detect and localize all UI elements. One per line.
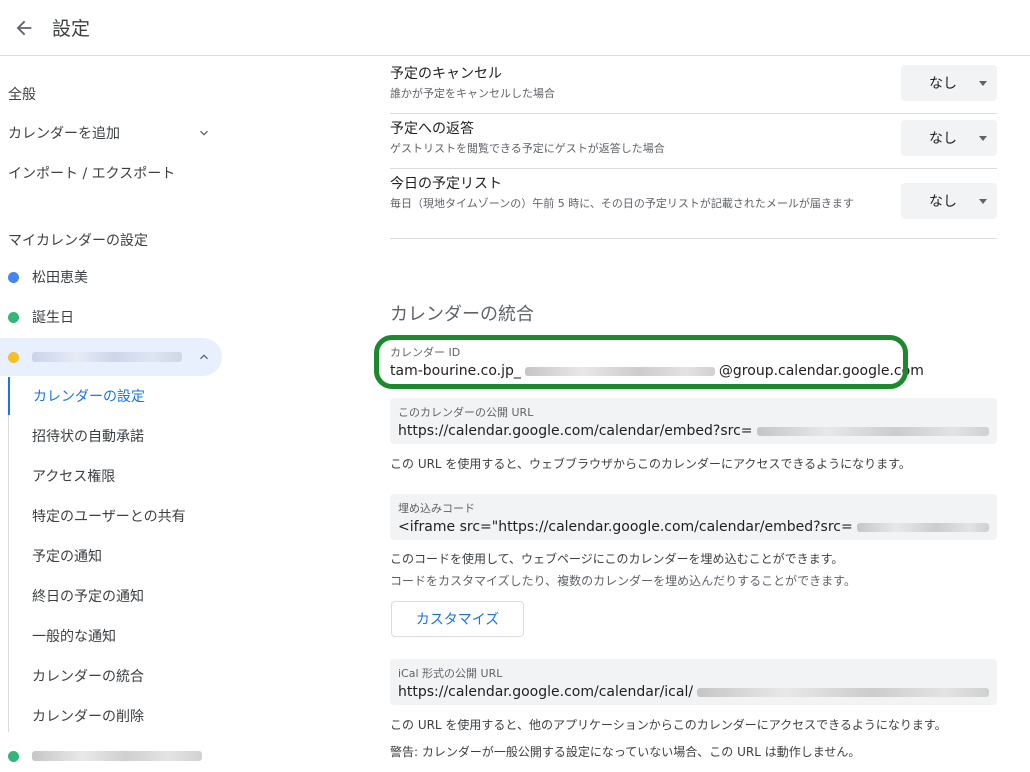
- calendar-color-dot: [8, 271, 19, 283]
- app-header: 設定: [0, 0, 1030, 56]
- redacted-calendar-name: [32, 751, 202, 761]
- ical-url-prefix: https://calendar.google.com/calendar/ica…: [398, 684, 694, 700]
- calendar-name: 松田恵美: [32, 270, 88, 286]
- sidebar-calendar-item[interactable]: 誕生日: [0, 298, 222, 336]
- page-title: 設定: [52, 18, 91, 40]
- arrow-back-icon: [16, 20, 32, 36]
- ical-warning: 警告: カレンダーが一般公開する設定になっていない場合、この URL は動作しま…: [390, 745, 861, 759]
- calendar-color-dot: [8, 351, 19, 363]
- select-value: なし: [929, 194, 957, 210]
- notification-desc: ゲストリストを閲覧できる予定にゲストが返答した場合: [390, 142, 665, 155]
- public-url-prefix: https://calendar.google.com/calendar/emb…: [398, 423, 753, 439]
- subnav-integrate-calendar[interactable]: カレンダーの統合: [9, 657, 223, 695]
- notification-row: 予定への返答 ゲストリストを閲覧できる予定にゲストが返答した場合 なし: [390, 118, 997, 169]
- redacted-text: [697, 687, 989, 697]
- embed-code-help: このコードを使用して、ウェブページにこのカレンダーを埋め込むことができます。: [390, 552, 844, 566]
- sidebar-calendar-item[interactable]: 松田恵美: [0, 258, 222, 296]
- dropdown-arrow-icon: [979, 81, 987, 86]
- public-url-help: この URL を使用すると、ウェブブラウザからこのカレンダーにアクセスできるよう…: [390, 457, 911, 471]
- dropdown-arrow-icon: [979, 136, 987, 141]
- redacted-calendar-name: [32, 352, 182, 362]
- ical-url-value: https://calendar.google.com/calendar/ica…: [398, 684, 989, 700]
- subnav-share-with-people[interactable]: 特定のユーザーとの共有: [9, 497, 223, 535]
- sidebar-item-label: カレンダーを追加: [8, 126, 120, 142]
- ical-url-help: この URL を使用すると、他のアプリケーションからこのカレンダーにアクセスでき…: [390, 718, 947, 732]
- sidebar-calendar-item[interactable]: [0, 737, 222, 772]
- notification-select[interactable]: なし: [901, 183, 997, 219]
- notification-row: 予定のキャンセル 誰かが予定をキャンセルした場合 なし: [390, 63, 997, 114]
- integration-section-title: カレンダーの統合: [390, 304, 534, 325]
- dropdown-arrow-icon: [979, 199, 987, 204]
- chevron-up-icon: [200, 354, 208, 360]
- public-url-value: https://calendar.google.com/calendar/emb…: [398, 423, 989, 439]
- embed-customize-help: コードをカスタマイズしたり、複数のカレンダーを埋め込んだりすることができます。: [390, 574, 856, 588]
- subnav-general-notifications[interactable]: 一般的な通知: [9, 617, 223, 655]
- sidebar-item-import-export[interactable]: インポート / エクスポート: [0, 154, 222, 192]
- chevron-down-icon: [200, 130, 208, 136]
- notification-select[interactable]: なし: [901, 65, 997, 101]
- calendar-color-dot: [8, 311, 19, 323]
- notification-desc: 毎日（現地タイムゾーンの）午前 5 時に、その日の予定リストが記載されたメールが…: [390, 197, 854, 210]
- subnav-remove-calendar[interactable]: カレンダーの削除: [9, 697, 223, 735]
- select-value: なし: [929, 76, 957, 92]
- sidebar-calendar-item-active[interactable]: [0, 338, 222, 376]
- embed-code-label: 埋め込みコード: [398, 502, 475, 515]
- subnav-calendar-settings[interactable]: カレンダーの設定: [8, 377, 222, 415]
- calendar-settings-subnav: カレンダーの設定 招待状の自動承諾 アクセス権限 特定のユーザーとの共有 予定の…: [8, 377, 222, 732]
- settings-main: 予定のキャンセル 誰かが予定をキャンセルした場合 なし 予定への返答 ゲストリス…: [232, 57, 1030, 772]
- public-url-box[interactable]: このカレンダーの公開 URL https://calendar.google.c…: [390, 398, 997, 444]
- ical-url-box[interactable]: iCal 形式の公開 URL https://calendar.google.c…: [390, 659, 997, 705]
- subnav-auto-accept[interactable]: 招待状の自動承諾: [9, 417, 223, 455]
- settings-sidebar: 全般 カレンダーを追加 インポート / エクスポート マイカレンダーの設定 松田…: [0, 57, 232, 772]
- my-calendars-heading: マイカレンダーの設定: [8, 233, 148, 249]
- subnav-access-permissions[interactable]: アクセス権限: [9, 457, 223, 495]
- notification-desc: 誰かが予定をキャンセルした場合: [390, 87, 555, 100]
- notification-select[interactable]: なし: [901, 120, 997, 156]
- select-value: なし: [929, 131, 957, 147]
- highlight-annotation: [374, 335, 908, 389]
- customize-button[interactable]: カスタマイズ: [391, 601, 524, 637]
- redacted-text: [856, 522, 989, 532]
- embed-code-prefix: <iframe src="https://calendar.google.com…: [398, 519, 853, 535]
- public-url-label: このカレンダーの公開 URL: [398, 406, 534, 419]
- ical-url-label: iCal 形式の公開 URL: [398, 667, 503, 680]
- calendar-name: 誕生日: [32, 310, 74, 326]
- back-button[interactable]: [6, 10, 42, 46]
- embed-code-box[interactable]: 埋め込みコード <iframe src="https://calendar.go…: [390, 494, 997, 540]
- subnav-event-notifications[interactable]: 予定の通知: [9, 537, 223, 575]
- sidebar-item-add-calendar[interactable]: カレンダーを追加: [0, 114, 222, 152]
- calendar-color-dot: [8, 750, 19, 762]
- subnav-all-day-notifications[interactable]: 終日の予定の通知: [9, 577, 223, 615]
- embed-code-value: <iframe src="https://calendar.google.com…: [398, 519, 989, 535]
- notification-row: 今日の予定リスト 毎日（現地タイムゾーンの）午前 5 時に、その日の予定リストが…: [390, 173, 997, 239]
- sidebar-item-general[interactable]: 全般: [0, 75, 222, 113]
- redacted-text: [756, 426, 989, 436]
